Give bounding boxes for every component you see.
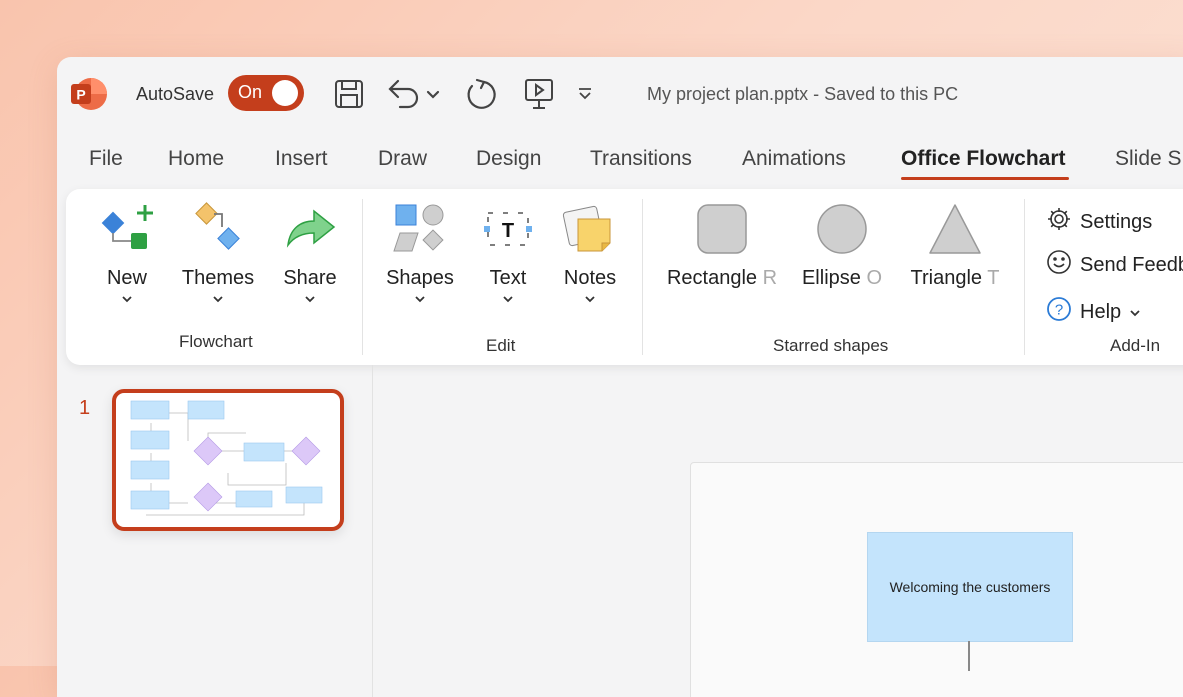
themes-label: Themes — [181, 267, 255, 289]
help-button[interactable]: ? Help — [1046, 296, 1141, 328]
gear-icon — [1046, 206, 1072, 238]
starred-shapes-group-label: Starred shapes — [773, 336, 889, 355]
app-window: P AutoSave On My project plan.pptx - Sav… — [57, 57, 1183, 697]
svg-text:?: ? — [1055, 302, 1063, 319]
autosave-toggle-label: On — [238, 82, 263, 102]
triangle-shape-icon — [906, 201, 1004, 257]
notes-button[interactable]: Notes — [558, 201, 622, 308]
customize-toolbar-icon[interactable] — [575, 75, 595, 113]
tab-home[interactable]: Home — [168, 147, 224, 171]
flowchart-group-label: Flowchart — [179, 332, 253, 351]
themes-button[interactable]: Themes — [180, 201, 256, 308]
undo-icon[interactable] — [385, 75, 441, 113]
text-button[interactable]: T Text — [478, 201, 538, 308]
rectangle-button[interactable]: Rectangle R — [664, 201, 780, 290]
present-icon[interactable] — [521, 75, 557, 113]
active-tab-indicator — [901, 177, 1069, 180]
title-bar: P AutoSave On My project plan.pptx - Sav… — [57, 57, 1183, 131]
ellipse-button[interactable]: Ellipse O — [800, 201, 884, 290]
rectangle-label: Rectangle — [666, 267, 758, 289]
ribbon-separator — [362, 199, 363, 355]
ellipse-label: Ellipse — [801, 267, 861, 289]
ribbon: New Themes Share Flowchart Shapes T Text… — [66, 189, 1183, 365]
smiley-icon — [1046, 249, 1072, 281]
tab-slide-show[interactable]: Slide S — [1115, 147, 1182, 171]
tab-office-flowchart[interactable]: Office Flowchart — [901, 147, 1066, 171]
redo-icon[interactable] — [463, 75, 499, 113]
tab-insert[interactable]: Insert — [275, 147, 328, 171]
share-label: Share — [283, 267, 337, 289]
shapes-button[interactable]: Shapes — [384, 201, 456, 308]
flowchart-connector — [968, 641, 970, 671]
toggle-knob — [272, 80, 298, 106]
chevron-down-icon — [478, 294, 538, 308]
ellipse-shape-icon — [800, 201, 884, 257]
send-feedback-button[interactable]: Send Feedb — [1046, 249, 1183, 281]
slide-number: 1 — [79, 397, 91, 419]
rectangle-shape-icon — [664, 201, 780, 257]
edit-group-label: Edit — [486, 336, 516, 355]
help-icon: ? — [1046, 296, 1072, 328]
save-icon[interactable] — [331, 75, 367, 113]
triangle-button[interactable]: Triangle T — [906, 201, 1004, 290]
rectangle-shortcut-hint: R — [762, 267, 778, 289]
new-label: New — [106, 267, 147, 289]
ribbon-tabs: File Home Insert Draw Design Transitions… — [57, 143, 1183, 180]
add-in-group-label: Add-In — [1110, 336, 1161, 355]
tab-draw[interactable]: Draw — [378, 147, 427, 171]
shapes-icon — [384, 201, 456, 257]
triangle-shortcut-hint: T — [987, 267, 1000, 289]
triangle-label: Triangle — [910, 267, 983, 289]
share-arrow-icon — [278, 201, 342, 257]
text-box-icon: T — [478, 201, 538, 257]
new-flowchart-icon — [96, 201, 158, 257]
svg-text:P: P — [76, 87, 85, 103]
slide-thumbnail[interactable] — [112, 389, 344, 531]
ribbon-separator — [642, 199, 643, 355]
chevron-down-icon — [180, 294, 256, 308]
panel-divider — [372, 365, 373, 697]
powerpoint-logo-icon: P — [69, 75, 107, 113]
notes-label: Notes — [563, 267, 617, 289]
tab-transitions[interactable]: Transitions — [590, 147, 692, 171]
document-title: My project plan.pptx - Saved to this PC — [647, 84, 959, 104]
chevron-down-icon — [1129, 301, 1141, 324]
text-label: Text — [489, 267, 527, 289]
chevron-down-icon — [96, 294, 158, 308]
chevron-down-icon — [384, 294, 456, 308]
settings-label: Settings — [1080, 210, 1153, 233]
chevron-down-icon — [558, 294, 622, 308]
help-label: Help — [1080, 300, 1122, 323]
themes-icon — [180, 201, 256, 257]
svg-text:T: T — [502, 220, 514, 242]
ribbon-separator — [1024, 199, 1025, 355]
autosave-toggle[interactable]: On — [228, 75, 304, 111]
sticky-note-icon — [558, 201, 622, 257]
tab-animations[interactable]: Animations — [742, 147, 846, 171]
new-button[interactable]: New — [96, 201, 158, 308]
flowchart-thumbnail-preview — [130, 400, 323, 516]
shapes-label: Shapes — [386, 267, 454, 289]
send-feedback-label: Send Feedb — [1080, 253, 1183, 276]
tab-design[interactable]: Design — [476, 147, 541, 171]
flowchart-node[interactable]: Welcoming the customers — [867, 532, 1073, 642]
ellipse-shortcut-hint: O — [866, 267, 883, 289]
settings-button[interactable]: Settings — [1046, 206, 1152, 238]
tab-file[interactable]: File — [89, 147, 123, 171]
autosave-label: AutoSave — [136, 84, 215, 104]
chevron-down-icon — [278, 294, 342, 308]
share-button[interactable]: Share — [278, 201, 342, 308]
